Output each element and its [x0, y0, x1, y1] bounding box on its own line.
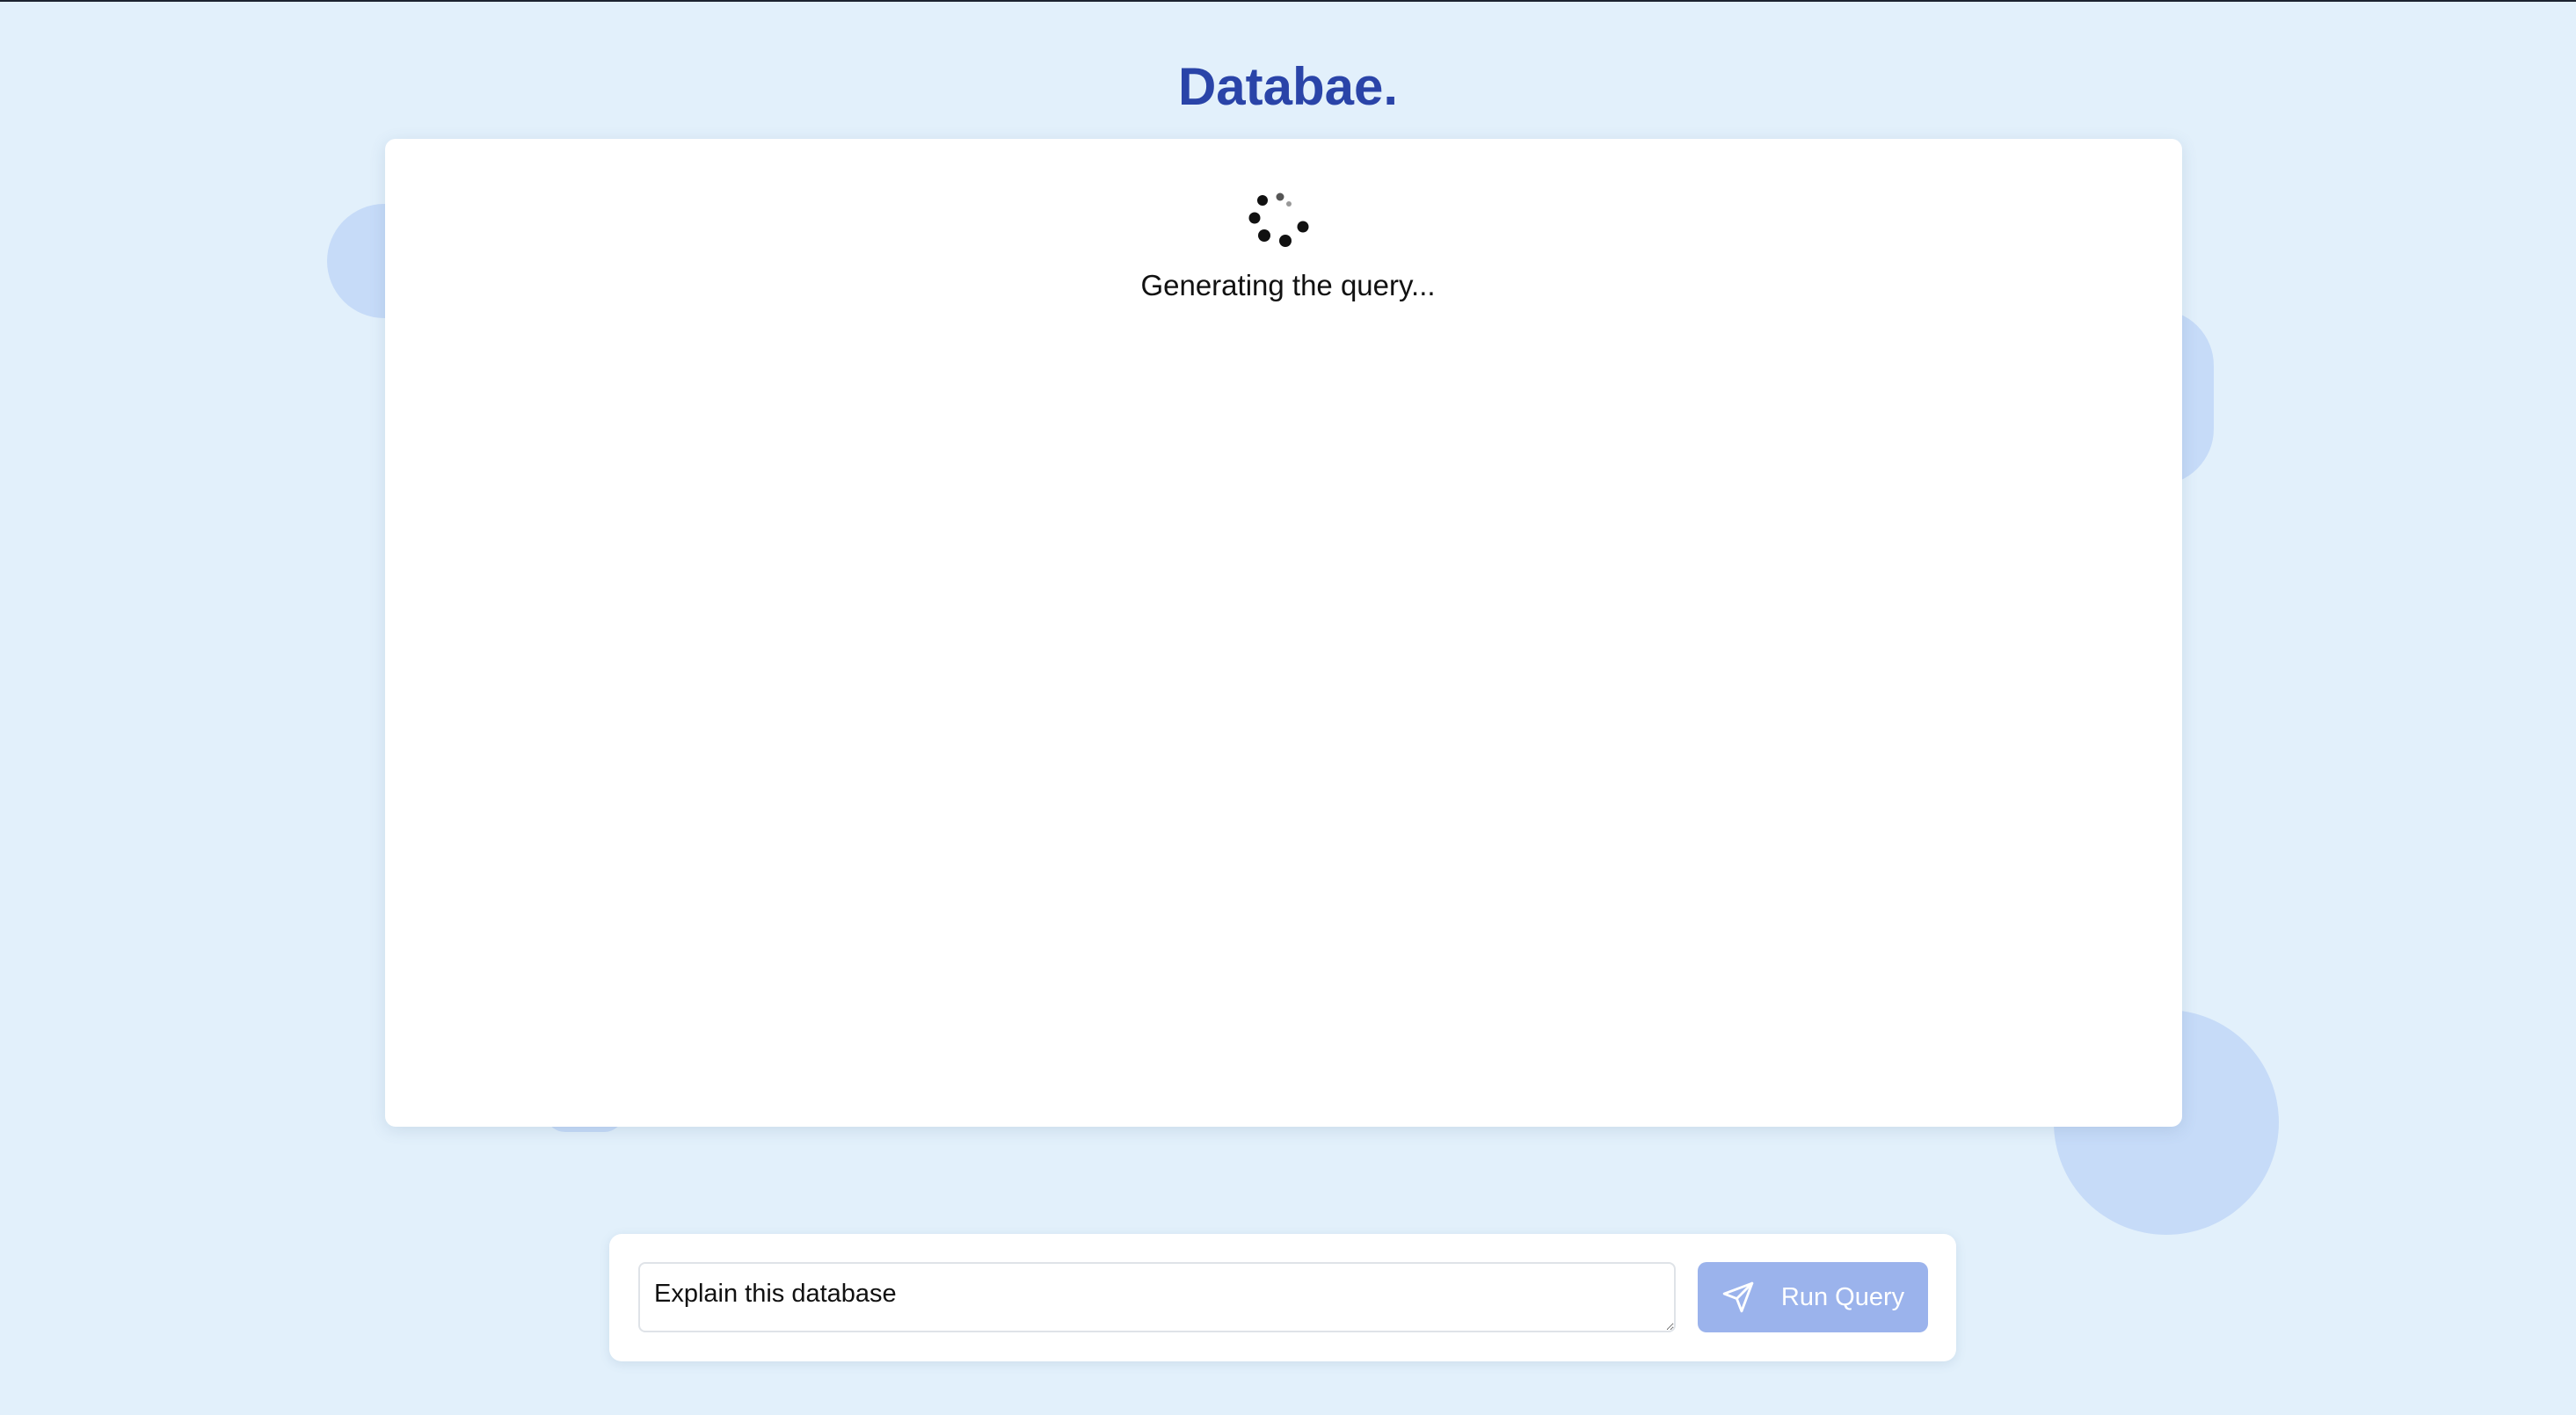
query-input[interactable]	[638, 1262, 1676, 1332]
app-title: Databae.	[1177, 57, 1399, 116]
send-icon	[1722, 1281, 1754, 1313]
run-query-label: Run Query	[1780, 1282, 1905, 1311]
status-text: Generating the query...	[1140, 269, 1436, 301]
page: Databae. Generating the query... Run Que…	[0, 0, 2576, 1415]
loading-spinner-icon	[1248, 192, 1309, 247]
run-query-button[interactable]: Run Query	[1698, 1262, 1928, 1332]
